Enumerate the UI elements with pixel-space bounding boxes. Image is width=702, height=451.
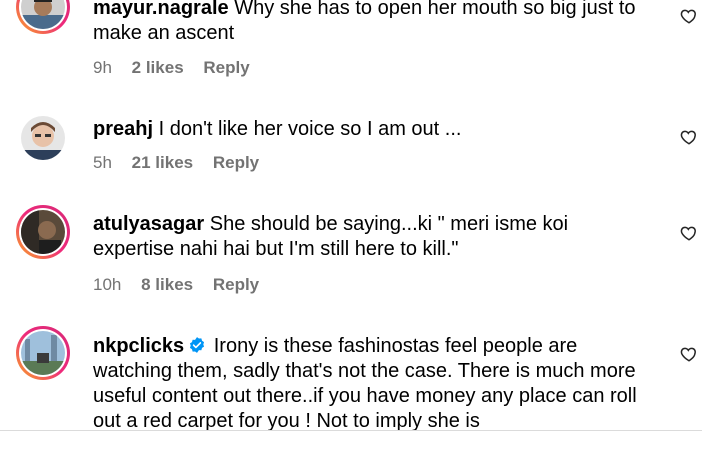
reply-button[interactable]: Reply	[213, 275, 259, 294]
comment-time: 10h	[93, 275, 122, 294]
avatar[interactable]	[16, 111, 70, 165]
heart-icon[interactable]	[680, 224, 698, 242]
heart-icon[interactable]	[680, 345, 698, 363]
comment-time: 9h	[93, 58, 112, 77]
reply-button[interactable]: Reply	[213, 153, 259, 172]
comment-text: I don't like her voice so I am out ...	[158, 118, 462, 140]
comment-username[interactable]: nkpclicks	[93, 335, 184, 357]
comment-likes[interactable]: 21 likes	[132, 153, 193, 172]
heart-icon[interactable]	[680, 7, 698, 25]
reply-button[interactable]: Reply	[203, 58, 249, 77]
comment-username[interactable]: atulyasagar	[93, 213, 204, 235]
avatar[interactable]	[16, 205, 70, 259]
comment-time: 5h	[93, 153, 112, 172]
comment-input-bar[interactable]	[0, 430, 702, 451]
avatar[interactable]	[16, 326, 70, 380]
heart-icon[interactable]	[680, 128, 698, 146]
avatar[interactable]	[16, 0, 70, 34]
comment-username[interactable]: mayur.nagrale	[93, 0, 229, 19]
comment-likes[interactable]: 2 likes	[132, 58, 184, 77]
verified-badge-icon	[190, 337, 205, 353]
comment-username[interactable]: preahj	[93, 118, 153, 140]
comment-likes[interactable]: 8 likes	[141, 275, 193, 294]
